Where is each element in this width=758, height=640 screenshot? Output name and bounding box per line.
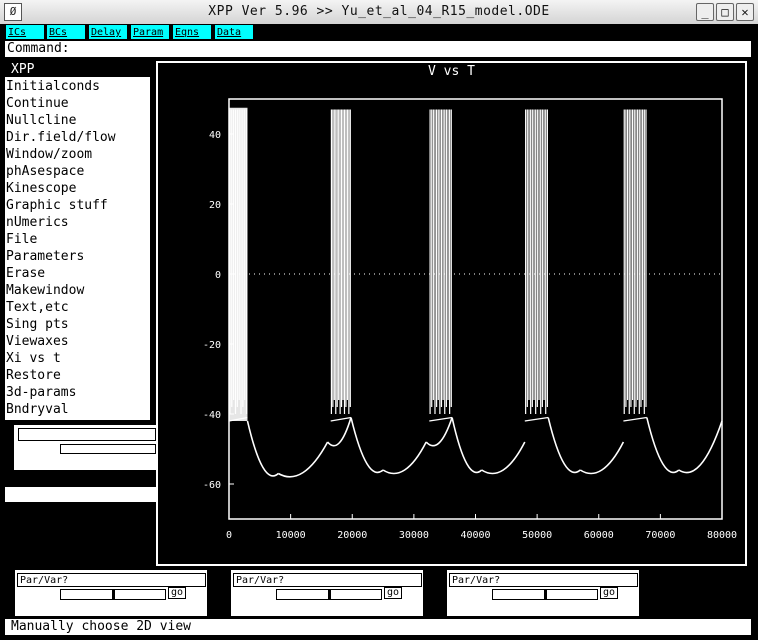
menu-item-viewaxes[interactable]: Viewaxes bbox=[6, 333, 149, 350]
initial-transient bbox=[229, 107, 248, 421]
maximize-button[interactable]: □ bbox=[716, 3, 734, 21]
y-tick-label: -60 bbox=[203, 480, 221, 491]
info-field[interactable] bbox=[18, 428, 156, 441]
x-tick-label: 50000 bbox=[522, 530, 552, 541]
slider-handle[interactable] bbox=[112, 589, 115, 600]
menu-item-makewindow[interactable]: Makewindow bbox=[6, 282, 149, 299]
slider-handle[interactable] bbox=[544, 589, 547, 600]
y-tick-label: 20 bbox=[209, 200, 221, 211]
menu-title: XPP bbox=[5, 61, 150, 77]
menu-item-numerics[interactable]: nUmerics bbox=[6, 214, 149, 231]
y-tick-label: -20 bbox=[203, 340, 221, 351]
menu-item-3d-params[interactable]: 3d-params bbox=[6, 384, 149, 401]
graph-title: V vs T bbox=[428, 64, 475, 79]
menu-item-text-etc[interactable]: Text,etc bbox=[6, 299, 149, 316]
info-bar bbox=[5, 487, 156, 502]
data-button[interactable]: Data bbox=[215, 25, 253, 39]
go-button[interactable]: go bbox=[384, 587, 402, 599]
menu-item-xi-vs-t[interactable]: Xi vs t bbox=[6, 350, 149, 367]
go-button[interactable]: go bbox=[600, 587, 618, 599]
menu-item-erase[interactable]: Erase bbox=[6, 265, 149, 282]
status-bar: Manually choose 2D view bbox=[5, 619, 751, 635]
menu-item-parameters[interactable]: Parameters bbox=[6, 248, 149, 265]
bcs-button[interactable]: BCs bbox=[47, 25, 85, 39]
menu-item-initialconds[interactable]: Initialconds bbox=[6, 78, 149, 95]
info-slider[interactable] bbox=[60, 444, 156, 454]
menu-item-graphic-stuff[interactable]: Graphic stuff bbox=[6, 197, 149, 214]
go-button[interactable]: go bbox=[168, 587, 186, 599]
par-var-input[interactable]: Par/Var? bbox=[449, 573, 638, 587]
menu-item-continue[interactable]: Continue bbox=[6, 95, 149, 112]
param-button[interactable]: Param bbox=[131, 25, 169, 39]
par-var-input[interactable]: Par/Var? bbox=[17, 573, 206, 587]
x-tick-label: 20000 bbox=[337, 530, 367, 541]
spike-burst bbox=[524, 109, 549, 422]
spike-burst bbox=[330, 109, 352, 422]
minimize-button[interactable]: _ bbox=[696, 3, 714, 21]
voltage-trace bbox=[246, 417, 723, 478]
y-tick-label: -40 bbox=[203, 410, 221, 421]
ics-button[interactable]: ICs bbox=[6, 25, 44, 39]
y-tick-label: 40 bbox=[209, 130, 221, 141]
eqns-button[interactable]: Eqns bbox=[173, 25, 211, 39]
x-tick-label: 60000 bbox=[584, 530, 614, 541]
menu-item-nullcline[interactable]: Nullcline bbox=[6, 112, 149, 129]
x-tick-label: 40000 bbox=[460, 530, 490, 541]
menu-item-kinescope[interactable]: Kinescope bbox=[6, 180, 149, 197]
menu-item-bndryval[interactable]: Bndryval bbox=[6, 401, 149, 418]
x-tick-label: 0 bbox=[226, 530, 232, 541]
menu-item-restore[interactable]: Restore bbox=[6, 367, 149, 384]
plot-frame bbox=[228, 98, 723, 520]
slider-handle[interactable] bbox=[328, 589, 331, 600]
par-var-input[interactable]: Par/Var? bbox=[233, 573, 422, 587]
x-tick-label: 80000 bbox=[707, 530, 737, 541]
menu-item-phasespace[interactable]: phAsespace bbox=[6, 163, 149, 180]
menu-item-dir-field-flow[interactable]: Dir.field/flow bbox=[6, 129, 149, 146]
x-tick-label: 30000 bbox=[399, 530, 429, 541]
y-tick-label: 0 bbox=[215, 270, 221, 281]
menu-item-file[interactable]: File bbox=[6, 231, 149, 248]
spike-burst bbox=[429, 109, 453, 422]
close-button[interactable]: ✕ bbox=[736, 3, 754, 21]
menu-item-sing-pts[interactable]: Sing pts bbox=[6, 316, 149, 333]
delay-button[interactable]: Delay bbox=[89, 25, 127, 39]
window-title: XPP Ver 5.96 >> Yu_et_al_04_R15_model.OD… bbox=[208, 4, 550, 19]
menu-item-window-zoom[interactable]: Window/zoom bbox=[6, 146, 149, 163]
voltage-plot[interactable]: 0 10000 20000 30000 40000 50000 60000 70000 8000… bbox=[158, 80, 745, 564]
x-tick-label: 70000 bbox=[645, 530, 675, 541]
x-tick-label: 10000 bbox=[276, 530, 306, 541]
command-input[interactable]: Command: bbox=[5, 41, 751, 57]
spike-burst bbox=[623, 109, 647, 422]
